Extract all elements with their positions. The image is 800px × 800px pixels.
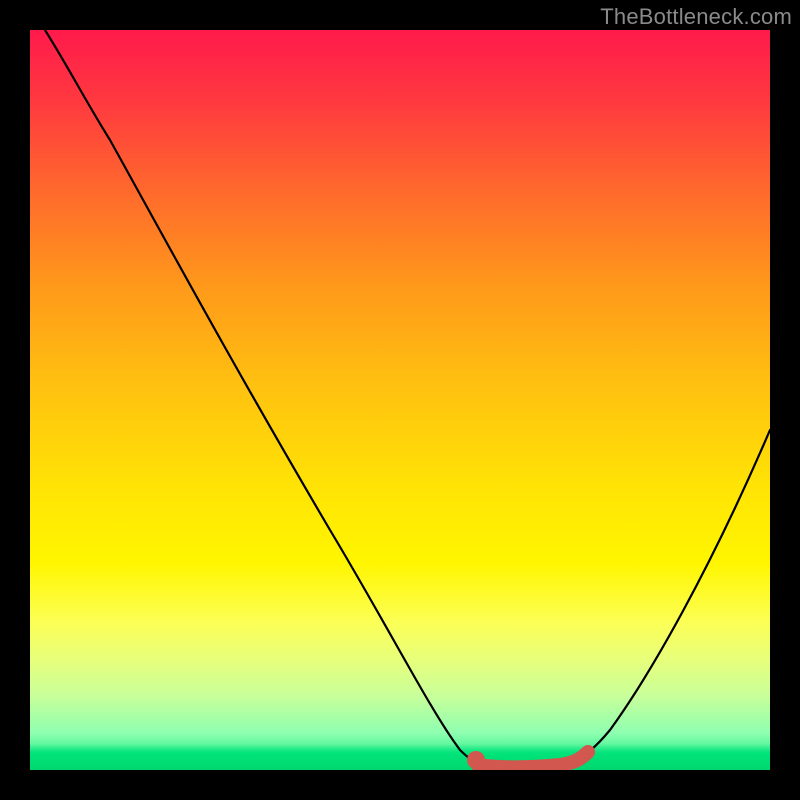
highlight-segment: [478, 752, 588, 767]
marker-dot: [467, 751, 485, 769]
chart-container: TheBottleneck.com: [0, 0, 800, 800]
chart-svg: [30, 30, 770, 770]
watermark-text: TheBottleneck.com: [600, 4, 792, 30]
plot-area: [30, 30, 770, 770]
bottleneck-curve: [45, 30, 770, 768]
